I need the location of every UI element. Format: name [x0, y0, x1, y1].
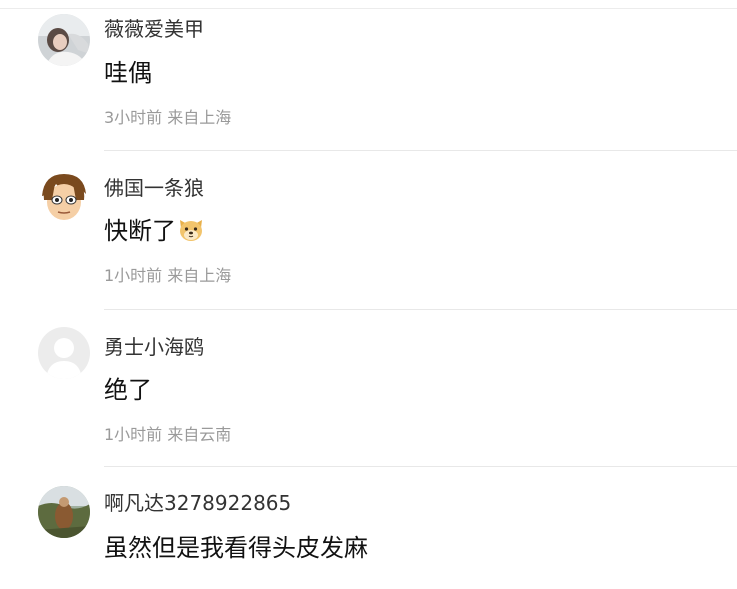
username[interactable]: 勇士小海鸥	[104, 334, 204, 360]
user-avatar[interactable]	[38, 486, 90, 538]
user-avatar[interactable]	[38, 327, 90, 379]
comment-location: 来自云南	[167, 425, 232, 444]
comment-divider	[104, 150, 737, 151]
comment-meta: 1小时前 来自云南	[104, 425, 231, 445]
username[interactable]: 啊凡达3278922865	[104, 490, 291, 516]
top-divider	[0, 8, 737, 9]
comment-location: 来自上海	[167, 266, 232, 285]
comment-text-body: 快断了	[104, 217, 176, 245]
comment-meta: 3小时前 来自上海	[104, 108, 231, 128]
default-avatar-icon	[38, 327, 90, 379]
outdoor-photo-avatar-icon	[38, 486, 90, 538]
comment-time: 1小时前	[104, 266, 163, 285]
user-avatar[interactable]	[38, 170, 90, 222]
username[interactable]: 佛国一条狼	[104, 175, 204, 201]
username[interactable]: 薇薇爱美甲	[104, 16, 204, 42]
comment-text: 快断了	[104, 216, 204, 249]
comment-divider	[104, 309, 737, 310]
comment-location: 来自上海	[167, 108, 232, 127]
comment-text: 哇偶	[104, 59, 152, 87]
user-avatar[interactable]	[38, 14, 90, 66]
comment-divider	[104, 466, 737, 467]
comment-text: 虽然但是我看得头皮发麻	[104, 534, 368, 562]
comment-time: 1小时前	[104, 425, 163, 444]
cartoon-face-avatar-icon	[38, 170, 90, 222]
comment-meta: 1小时前 来自上海	[104, 266, 231, 286]
doge-emoji-icon	[178, 218, 204, 249]
comment-time: 3小时前	[104, 108, 163, 127]
comment-text: 绝了	[104, 376, 152, 404]
photo-avatar-icon	[38, 14, 90, 66]
